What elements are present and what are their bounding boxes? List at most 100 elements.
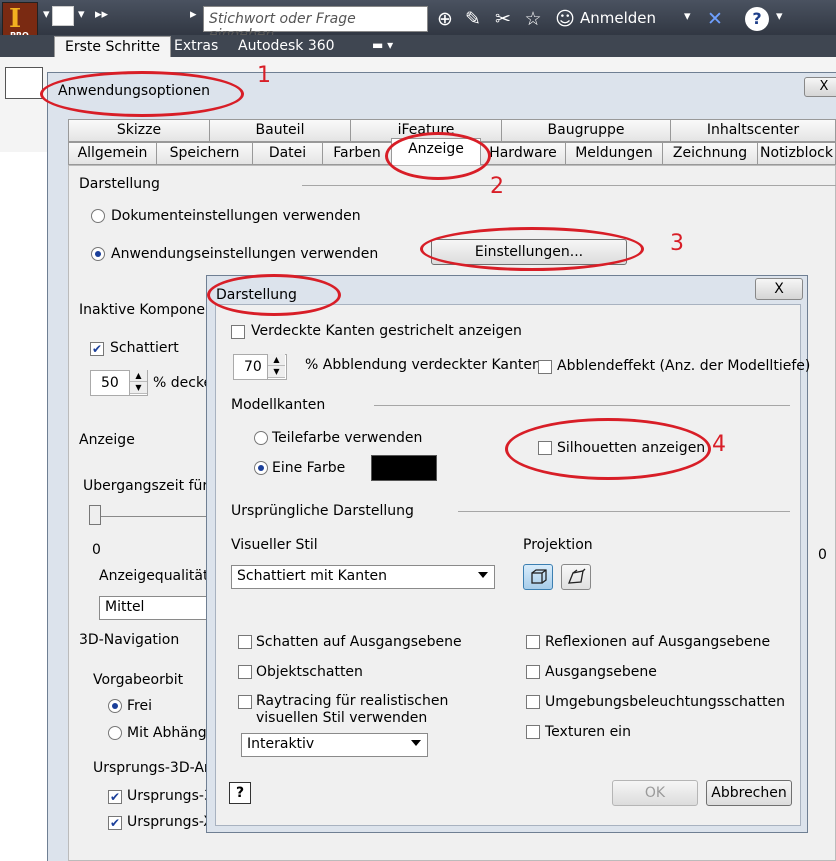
orbit-constrained-label: Mit Abhängigkeiten: [127, 725, 207, 741]
opacity-label: % deckend: [153, 375, 207, 391]
object-shadows-label: Objektschatten: [256, 664, 363, 680]
ground-reflections-checkbox[interactable]: [526, 635, 540, 649]
spin-up-icon[interactable]: ▲: [268, 354, 285, 366]
edge-color-swatch[interactable]: [371, 455, 437, 481]
tab-bauteil[interactable]: Bauteil: [209, 119, 351, 142]
ground-shadows-checkbox[interactable]: [238, 635, 252, 649]
textures-label: Texturen ein: [545, 724, 631, 740]
ground-plane-checkbox[interactable]: [526, 665, 540, 679]
dimming-spinner-buttons[interactable]: ▲ ▼: [267, 354, 285, 380]
sign-in-dropdown-icon[interactable]: ▾: [684, 9, 691, 33]
display-quality-select[interactable]: Mittel: [99, 596, 207, 620]
depth-dimming-label: Abblendeffekt (Anz. der Modelltiefe): [557, 358, 811, 374]
transition-time-label: Übergangszeit für Ansichten: [83, 478, 207, 494]
orbit-free-radio[interactable]: [108, 699, 122, 713]
tab-allgemein[interactable]: Allgemein: [68, 142, 157, 165]
spin-down-icon[interactable]: ▼: [268, 366, 285, 378]
quick-access-more-icon[interactable]: ▸▸: [95, 7, 108, 31]
annotation-ellipse-dialog: [207, 274, 341, 316]
section-3d-navigation-heading: 3D-Navigation: [79, 632, 180, 648]
communication-icon[interactable]: ✂: [490, 6, 516, 32]
ground-shadows-label: Schatten auf Ausgangsebene: [256, 634, 462, 650]
tab-autodesk-360[interactable]: Autodesk 360: [228, 36, 345, 57]
user-icon[interactable]: ☺: [552, 6, 578, 32]
application-settings-radio[interactable]: [91, 247, 105, 261]
tab-farben[interactable]: Farben: [322, 142, 392, 165]
ambient-shadows-label: Umgebungsbeleuchtungsschatten: [545, 694, 785, 710]
tab-erste-schritte[interactable]: Erste Schritte: [54, 36, 172, 57]
orthographic-projection-icon[interactable]: [523, 564, 553, 590]
tab-inhaltscenter[interactable]: Inhaltscenter: [670, 119, 836, 142]
wrench-icon[interactable]: ✎: [460, 6, 486, 32]
ambient-shadows-checkbox[interactable]: [526, 695, 540, 709]
raytracing-mode-value: Interaktiv: [247, 736, 315, 752]
opacity-spinner-buttons[interactable]: ▲ ▼: [129, 370, 147, 396]
dimming-label: % Abblendung verdeckter Kanten: [305, 357, 541, 373]
hidden-edges-dashed-label: Verdeckte Kanten gestrichelt anzeigen: [251, 323, 522, 339]
cancel-button[interactable]: Abbrechen: [706, 780, 792, 806]
new-document-icon[interactable]: [52, 6, 74, 26]
perspective-projection-icon[interactable]: [561, 564, 591, 590]
help-icon[interactable]: ?: [745, 7, 769, 31]
application-menu-arrow-icon[interactable]: ▾: [43, 7, 50, 31]
projection-label: Projektion: [523, 537, 593, 553]
transition-slider-track[interactable]: [100, 516, 206, 517]
part-color-radio[interactable]: [254, 431, 268, 445]
search-input[interactable]: Stichwort oder Frage eingeben: [203, 6, 428, 43]
new-file-icon[interactable]: [5, 67, 43, 99]
raytracing-mode-select[interactable]: Interaktiv: [241, 733, 428, 757]
section-initial-display-heading: Ursprüngliche Darstellung: [231, 503, 414, 519]
tab-hardware[interactable]: Hardware: [480, 142, 566, 165]
favorites-star-icon[interactable]: ☆: [520, 6, 546, 32]
annotation-ellipse-4: [505, 418, 711, 480]
visual-style-select[interactable]: Schattiert mit Kanten: [231, 565, 495, 589]
spin-up-icon[interactable]: ▲: [130, 370, 147, 382]
document-settings-radio[interactable]: [91, 209, 105, 223]
section-divider: [458, 511, 790, 512]
application-title-bar: I PRO ▾ ▾ ▸▸ ▸ Stichwort oder Frage eing…: [0, 0, 836, 43]
transition-slider-thumb[interactable]: [89, 505, 101, 525]
exchange-apps-icon[interactable]: ✕: [702, 6, 728, 32]
new-dropdown-icon[interactable]: ▾: [78, 7, 85, 31]
display-quality-label: Anzeigequalität:: [99, 568, 214, 584]
shaded-checkbox[interactable]: ✔: [90, 342, 104, 356]
binoculars-icon[interactable]: ⊕: [432, 6, 458, 32]
section-model-edges-heading: Modellkanten: [231, 397, 326, 413]
sign-in-link[interactable]: Anmelden: [580, 9, 656, 27]
help-dropdown-icon[interactable]: ▾: [776, 9, 783, 33]
origin-3d-indicator-label: Ursprungs-3D-Anzeige: [93, 760, 207, 776]
tab-speichern[interactable]: Speichern: [156, 142, 253, 165]
one-color-label: Eine Farbe: [272, 460, 346, 476]
one-color-radio[interactable]: [254, 461, 268, 475]
annotation-number-3: 3: [670, 231, 684, 256]
section-darstellung-heading: Darstellung: [79, 176, 160, 192]
tab-datei[interactable]: Datei: [252, 142, 323, 165]
textures-checkbox[interactable]: [526, 725, 540, 739]
raytracing-checkbox[interactable]: [238, 695, 252, 709]
origin-xyz-checkbox[interactable]: ✔: [108, 816, 122, 830]
tab-skizze[interactable]: Skizze: [68, 119, 210, 142]
tab-meldungen[interactable]: Meldungen: [565, 142, 663, 165]
section-divider: [374, 405, 790, 406]
depth-dimming-checkbox[interactable]: [538, 360, 552, 374]
ribbon-display-options-icon[interactable]: ▬ ▾: [362, 36, 403, 57]
default-orbit-label: Vorgabeorbit: [93, 672, 184, 688]
raytracing-label: Raytracing für realistischen visuellen S…: [256, 693, 449, 726]
tab-baugruppe[interactable]: Baugruppe: [501, 119, 671, 142]
tab-zeichnung[interactable]: Zeichnung: [662, 142, 758, 165]
dialog-close-button[interactable]: X: [755, 278, 803, 300]
object-shadows-checkbox[interactable]: [238, 665, 252, 679]
tab-extras[interactable]: Extras: [164, 36, 228, 57]
orbit-constrained-radio[interactable]: [108, 726, 122, 740]
search-expand-icon[interactable]: ▸: [190, 7, 197, 31]
origin-xyz-label: Ursprungs-XYZ: [127, 814, 207, 830]
dialog-help-icon[interactable]: ?: [229, 782, 251, 804]
origin-3d-checkbox[interactable]: ✔: [108, 790, 122, 804]
application-settings-label: Anwendungseinstellungen verwenden: [111, 246, 379, 262]
ground-plane-label: Ausgangsebene: [545, 664, 657, 680]
spin-down-icon[interactable]: ▼: [130, 382, 147, 394]
ok-button[interactable]: OK: [612, 780, 698, 806]
options-close-button[interactable]: X: [804, 77, 836, 97]
hidden-edges-dashed-checkbox[interactable]: [231, 325, 245, 339]
tab-notizblock[interactable]: Notizblock: [757, 142, 836, 165]
